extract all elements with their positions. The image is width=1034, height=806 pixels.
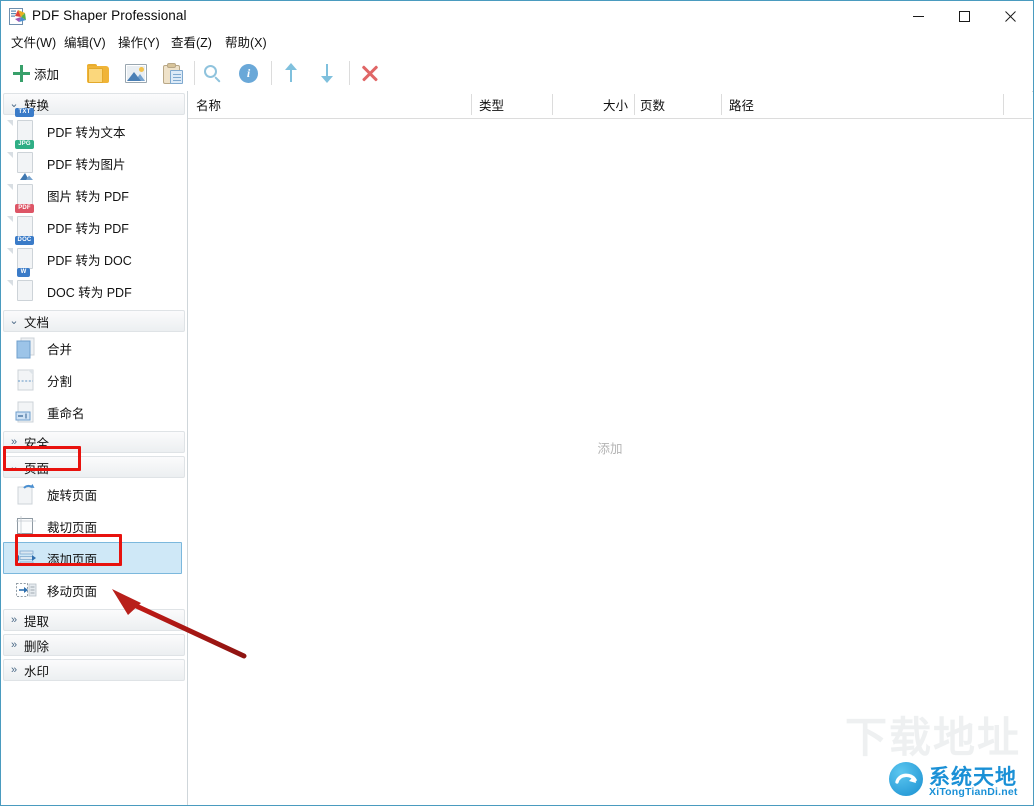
menu-help[interactable]: 帮助(X)	[225, 35, 267, 52]
add-folder-button[interactable]	[87, 59, 109, 87]
doc-jpg-icon: JPG	[15, 152, 37, 174]
clipboard-icon	[163, 63, 183, 84]
toolbar: 添加 i	[1, 54, 1033, 92]
column-divider[interactable]	[552, 94, 553, 115]
image-icon	[125, 64, 147, 83]
minimize-button[interactable]	[895, 1, 941, 32]
sidebar-item-doc-to-pdf[interactable]: W DOC 转为 PDF	[1, 275, 187, 307]
rename-icon	[15, 401, 37, 423]
move-down-button[interactable]	[319, 59, 335, 87]
sidebar-item-label: PDF 转为 DOC	[47, 250, 132, 269]
pages-group-highlight	[3, 446, 81, 471]
folder-icon	[87, 64, 109, 83]
sidebar-item-label: PDF 转为文本	[47, 122, 125, 141]
doc-badge: PDF	[15, 204, 34, 213]
sidebar-group-watermark[interactable]: » 水印	[3, 659, 185, 681]
chevron-right-icon: »	[4, 615, 24, 626]
chevron-right-icon: »	[4, 640, 24, 651]
sidebar-item-label: PDF 转为 PDF	[47, 218, 129, 237]
column-header-pages[interactable]: 页数	[640, 91, 665, 118]
menu-view[interactable]: 查看(Z)	[171, 35, 212, 52]
watermark-en-text: XiTongTianDi.net	[929, 786, 1018, 798]
column-divider[interactable]	[634, 94, 635, 115]
site-watermark: 系统天地 XiTongTianDi.net	[887, 757, 1027, 803]
application-window: PDF Shaper Professional 文件(W) 编辑(V) 操作(Y…	[0, 0, 1034, 806]
close-button[interactable]	[987, 1, 1033, 32]
add-page-item-highlight	[15, 534, 122, 566]
paste-button[interactable]	[163, 59, 183, 87]
sidebar-item-label: DOC 转为 PDF	[47, 282, 132, 301]
sidebar-group-delete[interactable]: » 删除	[3, 634, 185, 656]
sidebar-group-delete-label: 删除	[24, 636, 49, 655]
doc-badge	[17, 172, 36, 180]
sidebar-item-split[interactable]: 分割	[1, 364, 187, 396]
sidebar-item-rename[interactable]: 重命名	[1, 396, 187, 428]
column-divider[interactable]	[1003, 94, 1004, 115]
column-header-type[interactable]: 类型	[479, 91, 504, 118]
empty-list-hint: 添加	[188, 438, 1032, 457]
column-divider[interactable]	[721, 94, 722, 115]
menu-file[interactable]: 文件(W)	[11, 35, 56, 52]
sidebar-item-label: 旋转页面	[47, 485, 97, 504]
doc-image-icon	[15, 184, 37, 206]
maximize-button[interactable]	[941, 1, 987, 32]
title-bar: PDF Shaper Professional	[1, 1, 1033, 32]
add-image-button[interactable]	[125, 59, 147, 87]
close-x-icon	[361, 64, 379, 82]
sidebar-item-label: PDF 转为图片	[47, 154, 125, 173]
column-header-name[interactable]: 名称	[196, 91, 221, 118]
column-header-size[interactable]: 大小	[552, 91, 628, 118]
chevron-right-icon: »	[4, 665, 24, 676]
sidebar-item-merge[interactable]: 合并	[1, 332, 187, 364]
sidebar-item-label: 裁切页面	[47, 517, 97, 536]
menu-action[interactable]: 操作(Y)	[118, 35, 160, 52]
move-up-button[interactable]	[283, 59, 299, 87]
doc-badge: TXT	[15, 108, 34, 117]
menu-edit[interactable]: 编辑(V)	[64, 35, 106, 52]
remove-button[interactable]	[361, 59, 379, 87]
doc-badge: DOC	[15, 236, 34, 245]
app-icon	[9, 8, 26, 25]
sidebar-group-extract[interactable]: » 提取	[3, 609, 185, 631]
sidebar-group-extract-label: 提取	[24, 611, 49, 630]
rotate-page-icon	[15, 483, 37, 505]
globe-icon	[889, 762, 923, 796]
plus-icon	[13, 65, 30, 82]
move-page-icon	[15, 579, 37, 601]
chevron-down-icon: ⌄	[4, 316, 24, 327]
file-list-header: 名称 类型 大小 页数 路径	[188, 91, 1032, 119]
add-button[interactable]: 添加	[13, 59, 59, 87]
doc-word-icon: W	[15, 280, 37, 302]
search-icon	[203, 64, 222, 83]
info-icon: i	[239, 64, 258, 83]
sidebar-item-move-page[interactable]: 移动页面	[1, 574, 187, 606]
sidebar-group-document-label: 文档	[24, 312, 49, 331]
ghost-watermark-text: 下载地址	[845, 704, 1021, 765]
sidebar-item-label: 重命名	[47, 403, 85, 422]
search-button[interactable]	[203, 59, 222, 87]
doc-badge: JPG	[15, 140, 34, 149]
column-header-path[interactable]: 路径	[729, 91, 754, 118]
file-list[interactable]: 名称 类型 大小 页数 路径 添加	[188, 91, 1032, 804]
menu-bar: 文件(W) 编辑(V) 操作(Y) 查看(Z) 帮助(X)	[1, 32, 1033, 54]
arrow-up-icon	[283, 63, 299, 83]
sidebar-item-label: 分割	[47, 371, 72, 390]
doc-pdf-icon: PDF	[15, 216, 37, 238]
doc-badge: W	[17, 268, 30, 277]
sidebar-item-rotate-page[interactable]: 旋转页面	[1, 478, 187, 510]
info-button[interactable]: i	[239, 59, 258, 87]
window-title: PDF Shaper Professional	[32, 8, 187, 23]
sidebar-group-watermark-label: 水印	[24, 661, 49, 680]
add-button-label: 添加	[34, 64, 59, 83]
sidebar-item-label: 图片 转为 PDF	[47, 186, 129, 205]
merge-icon	[15, 337, 37, 359]
split-icon	[15, 369, 37, 391]
sidebar-item-label: 合并	[47, 339, 72, 358]
arrow-down-icon	[319, 63, 335, 83]
sidebar-group-document[interactable]: ⌄ 文档	[3, 310, 185, 332]
doc-doc-icon: DOC	[15, 248, 37, 270]
doc-txt-icon: TXT	[15, 120, 37, 142]
sidebar-item-label: 移动页面	[47, 581, 97, 600]
column-divider[interactable]	[471, 94, 472, 115]
